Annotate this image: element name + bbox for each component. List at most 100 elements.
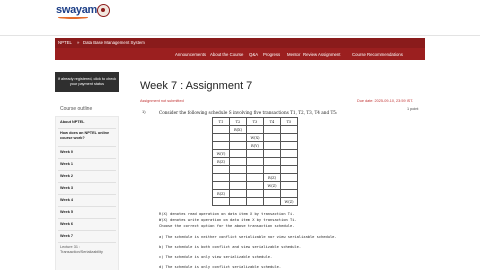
schedule-cell [229, 133, 247, 142]
schedule-row: R(Y) [212, 141, 298, 150]
nav-about-course[interactable]: About the Course [210, 52, 243, 57]
schedule-header-row: T1 T2 T3 T4 T5 [212, 117, 298, 126]
answer-option-d[interactable]: d) The schedule is only conflict seriali… [159, 265, 281, 269]
sidebar-divider [58, 158, 116, 159]
schedule-cell [212, 197, 230, 206]
sidebar-item-about-nptel[interactable]: About NPTEL [60, 120, 115, 125]
schedule-row: W(Y) [212, 149, 298, 158]
sidebar-divider [58, 182, 116, 183]
sidebar-item-week-6[interactable]: Week 6 [60, 222, 115, 227]
schedule-cell [229, 173, 247, 182]
schedule-row: R(X) [212, 125, 298, 134]
sidebar-item-week-7[interactable]: Week 7 [60, 234, 115, 239]
question-number: 1) [142, 109, 146, 114]
schedule-header-cell: T4 [263, 117, 281, 126]
sidebar-item-week-5[interactable]: Week 5 [60, 210, 115, 215]
swayam-logo[interactable]: swayam [56, 4, 97, 19]
schedule-cell: R(Z) [212, 157, 230, 166]
schedule-header-cell: T2 [229, 117, 247, 126]
schedule-cell [263, 125, 281, 134]
nav-review-assignment[interactable]: Review Assignment [303, 52, 341, 57]
schedule-cell [280, 133, 298, 142]
due-date: Due date: 2025-09-10, 23:59 IST. [357, 99, 414, 103]
schedule-cell [246, 125, 264, 134]
schedule-cell: R(Z) [212, 189, 230, 198]
logo-text: swayam [56, 4, 98, 16]
schedule-cell: R(X) [229, 125, 247, 134]
question-description: Choose the correct option for the above … [159, 224, 295, 228]
schedule-cell: W(Z) [263, 181, 281, 190]
nav-announcements[interactable]: Announcements [175, 52, 206, 57]
sidebar-item-week-2[interactable]: Week 2 [60, 174, 115, 179]
sidebar-item-week-4[interactable]: Week 4 [60, 198, 115, 203]
schedule-cell [212, 125, 230, 134]
answer-option-c[interactable]: c) The schedule is only view serializabl… [159, 255, 272, 259]
top-header: swayam [0, 0, 480, 36]
institute-emblem-icon [97, 4, 110, 17]
schedule-cell: R(Z) [263, 173, 281, 182]
schedule-row: W(X) [212, 133, 298, 142]
schedule-row: W(Z) [212, 197, 298, 206]
nav-mentor[interactable]: Mentor [287, 52, 300, 57]
course-outline-title: Course outline [60, 106, 93, 112]
schedule-cell [263, 189, 281, 198]
schedule-header-cell: T3 [246, 117, 264, 126]
main-nav: Announcements About the Course Q&A Progr… [55, 48, 425, 60]
schedule-cell [246, 157, 264, 166]
sidebar-divider [58, 128, 116, 129]
schedule-cell: W(X) [246, 133, 264, 142]
schedule-cell [212, 181, 230, 190]
submission-status: Assignment not submitted [140, 99, 184, 103]
schedule-cell [229, 149, 247, 158]
schedule-row: R(Z) [212, 157, 298, 166]
sidebar-divider [58, 230, 116, 231]
schedule-cell [280, 157, 298, 166]
schedule-cell [246, 189, 264, 198]
schedule-cell [263, 197, 281, 206]
schedule-cell [263, 149, 281, 158]
breadcrumb-course[interactable]: Data Base Management System [83, 40, 145, 45]
schedule-cell [280, 173, 298, 182]
sidebar-item-lecture-31[interactable]: Lecture 31 : Transaction/Serializability [60, 245, 115, 255]
sidebar-divider [58, 218, 116, 219]
schedule-cell [280, 149, 298, 158]
nav-course-recommendations[interactable]: Course Recommendations [352, 52, 403, 57]
schedule-cell [246, 165, 264, 174]
schedule-cell: W(Y) [212, 149, 230, 158]
question-text: Consider the following schedule S involv… [159, 110, 338, 115]
sidebar-item-week-3[interactable]: Week 3 [60, 186, 115, 191]
schedule-cell [229, 141, 247, 150]
schedule-cell [280, 165, 298, 174]
nav-progress[interactable]: Progress [263, 52, 280, 57]
schedule-cell [246, 181, 264, 190]
sidebar-item-week-1[interactable]: Week 1 [60, 162, 115, 167]
schedule-cell [246, 149, 264, 158]
breadcrumb: NPTEL » Data Base Management System [55, 38, 425, 48]
breadcrumb-separator: » [77, 40, 80, 45]
answer-option-b[interactable]: b) The schedule is both conflict and vie… [159, 245, 301, 249]
schedule-cell [229, 157, 247, 166]
schedule-cell [263, 133, 281, 142]
schedule-cell [263, 165, 281, 174]
schedule-cell [229, 181, 247, 190]
answer-option-a[interactable]: a) The schedule is neither conflict seri… [159, 235, 337, 239]
sidebar-divider [58, 170, 116, 171]
sidebar-item-week-0[interactable]: Week 0 [60, 150, 115, 155]
schedule-cell [212, 141, 230, 150]
payment-status-button[interactable]: If already registered, click to check yo… [55, 72, 119, 92]
schedule-cell [212, 173, 230, 182]
sidebar-divider [58, 242, 116, 243]
schedule-row [212, 165, 298, 174]
schedule-cell [212, 165, 230, 174]
schedule-cell [280, 189, 298, 198]
question-points: 1 point [407, 107, 419, 111]
sidebar-divider [58, 146, 116, 147]
schedule-cell [263, 141, 281, 150]
sidebar-divider [58, 194, 116, 195]
sidebar-item-how-it-works[interactable]: How does an NPTEL online course work? [60, 131, 115, 141]
schedule-cell [280, 125, 298, 134]
schedule-row: W(Z) [212, 181, 298, 190]
schedule-cell [246, 173, 264, 182]
breadcrumb-nptel[interactable]: NPTEL [58, 40, 72, 45]
nav-qa[interactable]: Q&A [249, 52, 258, 57]
